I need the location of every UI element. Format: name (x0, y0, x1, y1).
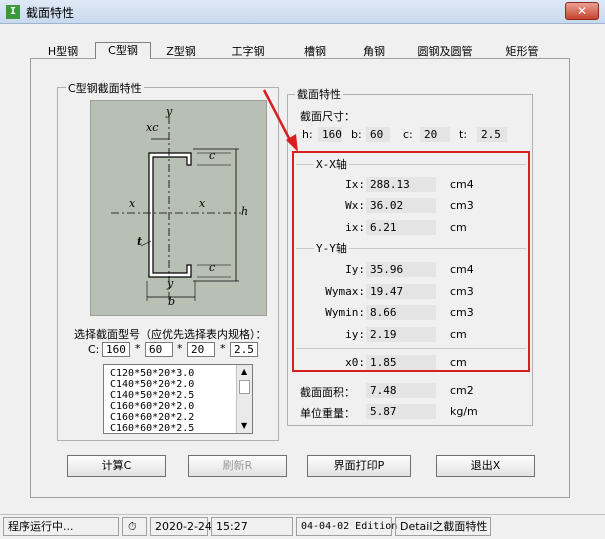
c-height-input[interactable]: 160 (102, 342, 130, 357)
scroll-up-icon[interactable]: ▲ (241, 367, 247, 376)
b-label: b (168, 295, 176, 308)
tab-c-steel[interactable]: C型钢 (95, 42, 151, 59)
area-label: 截面面积： (300, 386, 355, 399)
x-left-label: x (129, 197, 136, 210)
weight-unit: kg/m (450, 405, 478, 418)
dim-h-label: h: (302, 128, 313, 141)
list-item[interactable]: C160*60*20*2.0 (110, 401, 194, 412)
status-detail: Detail之截面特性 (395, 517, 491, 536)
multiply-sign: * (135, 342, 141, 355)
clock-icon: ⏱ (122, 517, 147, 536)
list-item[interactable]: C120*50*20*3.0 (110, 368, 194, 379)
area-value: 7.48 (366, 383, 436, 398)
list-item[interactable]: C160*60*20*2.5 (110, 423, 194, 434)
select-section-label: 选择截面型号（应优先选择表内规格）： (74, 328, 267, 341)
multiply-sign: * (177, 342, 183, 355)
tab-i-beam[interactable]: 工字钢 (224, 44, 272, 60)
status-date: 2020-2-24 (150, 517, 212, 536)
status-time: 15:27 (211, 517, 293, 536)
weight-value: 5.87 (366, 404, 436, 419)
section-size-label: 截面尺寸： (300, 110, 355, 123)
tab-h-steel[interactable]: H型钢 (42, 44, 84, 60)
highlight-frame (292, 151, 530, 372)
tab-angle[interactable]: 角钢 (355, 44, 393, 60)
refresh-button[interactable]: 刷新R (188, 455, 287, 477)
tab-round-tube[interactable]: 圆钢及圆管 (410, 44, 480, 60)
status-edition: 04-04-02 Edition (296, 517, 397, 536)
c-top-label: c (209, 149, 216, 162)
app-icon: I (6, 5, 20, 19)
list-item[interactable]: C140*50*20*2.0 (110, 379, 194, 390)
scroll-thumb[interactable] (239, 380, 250, 394)
dim-t-value: 2.5 (477, 127, 507, 142)
dim-c-value: 20 (420, 127, 450, 142)
section-properties-title: 截面特性 (295, 86, 343, 102)
x-right-label: x (199, 197, 206, 210)
c-input-label: C: (88, 343, 100, 356)
exit-button[interactable]: 退出X (436, 455, 535, 477)
listbox-scrollbar[interactable]: ▲ ▼ (236, 365, 252, 433)
tab-rect-tube[interactable]: 矩形管 (498, 44, 546, 60)
c-section-group-title: C型钢截面特性 (66, 80, 144, 96)
dim-b-label: b: (351, 128, 362, 141)
y-top-label: y (166, 105, 173, 118)
highlight-arrow-icon (262, 89, 298, 152)
area-unit: cm2 (450, 384, 474, 397)
weight-label: 单位重量： (300, 407, 355, 420)
xc-label: xc (146, 121, 159, 134)
list-item[interactable]: C160*60*20*2.2 (110, 412, 194, 423)
section-drawing: xc y y x x c c h t b (90, 100, 267, 316)
t-label: t (137, 235, 143, 248)
c-lip-input[interactable]: 20 (187, 342, 215, 357)
close-button[interactable]: ✕ (565, 2, 599, 20)
tab-channel[interactable]: 槽钢 (296, 44, 334, 60)
status-running: 程序运行中... (3, 517, 119, 536)
c-thickness-input[interactable]: 2.5 (230, 342, 258, 357)
dim-h-value: 160 (318, 127, 342, 142)
y-bottom-label: y (167, 277, 174, 290)
dim-b-value: 60 (366, 127, 390, 142)
print-button[interactable]: 界面打印P (307, 455, 411, 477)
dim-t-label: t: (459, 128, 468, 141)
c-width-input[interactable]: 60 (145, 342, 173, 357)
calculate-button[interactable]: 计算C (67, 455, 166, 477)
c-bottom-label: c (209, 261, 216, 274)
scroll-down-icon[interactable]: ▼ (241, 421, 247, 430)
tab-z-steel[interactable]: Z型钢 (160, 44, 202, 60)
multiply-sign: * (220, 342, 226, 355)
title-bar (0, 0, 605, 24)
h-label: h (241, 205, 249, 218)
window-title: 截面特性 (26, 6, 75, 20)
list-item[interactable]: C140*50*20*2.5 (110, 390, 194, 401)
dim-c-label: c: (403, 128, 413, 141)
